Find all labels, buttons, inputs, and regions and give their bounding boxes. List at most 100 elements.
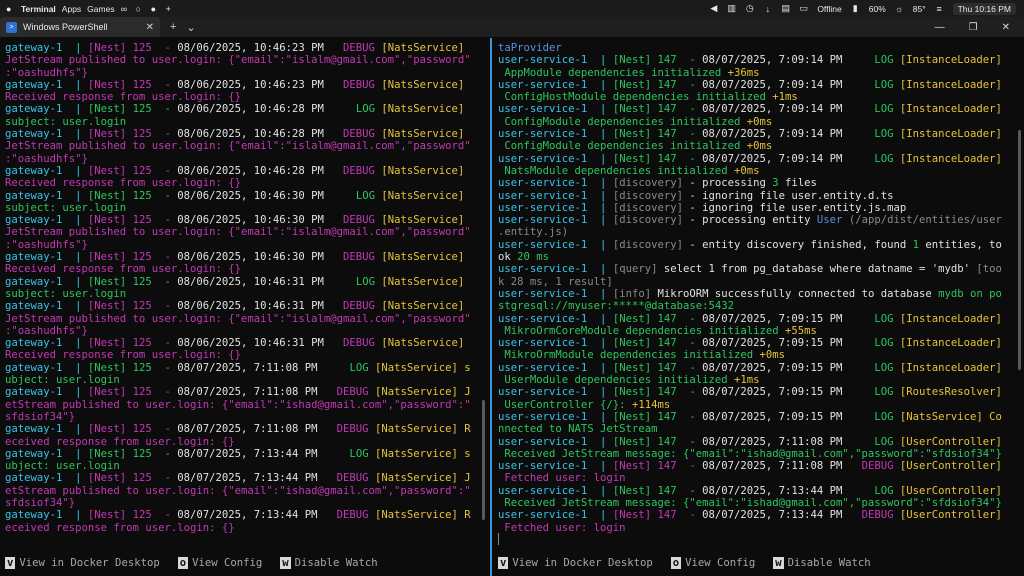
log-line: ubject: user.login xyxy=(5,460,488,472)
menu-app-terminal[interactable]: Terminal xyxy=(21,4,56,14)
log-segment: [NatsService] xyxy=(381,42,465,54)
log-segment: LOG xyxy=(874,361,900,374)
shortcut-disable-watch[interactable]: w Disable Watch xyxy=(773,557,871,569)
user-icon[interactable]: ● xyxy=(151,4,160,14)
trash-icon[interactable]: ▥ xyxy=(727,3,737,14)
terminal-tab-strip: > Windows PowerShell ✕ + ⌄ — ❐ ✕ xyxy=(0,17,1024,37)
log-segment: 08/06/2025, 10:46:28 PM xyxy=(177,103,356,116)
log-segment: Received JetStream message: {"email":"is… xyxy=(498,496,1002,509)
pane-divider[interactable] xyxy=(490,38,492,576)
log-segment: DEBUG xyxy=(343,300,382,313)
control-center-icon[interactable]: ≡ xyxy=(935,4,944,14)
log-segment: DEBUG xyxy=(861,509,900,522)
maximize-button[interactable]: ❐ xyxy=(969,22,978,33)
log-segment: user-service-1 | xyxy=(498,435,613,448)
log-line: user-service-1 | [Nest] 147 - 08/07/2025… xyxy=(498,79,1024,91)
right-terminal-pane[interactable]: taProvider user-service-1 | [Nest] 147 - … xyxy=(494,38,1024,576)
menu-games[interactable]: Games xyxy=(87,4,114,14)
log-segment: [NatsService] R xyxy=(374,423,471,436)
log-segment: 08/07/2025, 7:11:08 PM xyxy=(177,386,337,399)
log-segment: Received response from user.login: {} xyxy=(5,263,241,276)
log-segment: [Nest] 125 - xyxy=(87,472,178,485)
battery-icon[interactable]: ▮ xyxy=(851,3,860,14)
log-segment: - ignoring file user.entity.js.map xyxy=(689,201,907,214)
download-icon[interactable]: ↓ xyxy=(763,4,772,14)
log-segment: - processing xyxy=(689,177,773,190)
log-segment: Received JetStream message: {"email":"is… xyxy=(498,447,1002,460)
log-line: nnected to NATS JetStream xyxy=(498,423,1024,435)
log-segment: entities, to xyxy=(918,238,1002,251)
shortcut-view-config[interactable]: o View Config xyxy=(670,557,755,569)
log-segment: 08/07/2025, 7:13:44 PM xyxy=(702,509,862,522)
log-line: user-service-1 | [Nest] 147 - 08/07/2025… xyxy=(498,128,1024,140)
log-line: user-service-1 | [Nest] 147 - 08/07/2025… xyxy=(498,337,1024,349)
log-line: user-service-1 | [Nest] 147 - 08/07/2025… xyxy=(498,362,1024,374)
log-segment: [NatsService] s xyxy=(374,447,471,460)
plus-icon[interactable]: + xyxy=(166,4,175,14)
log-line: gateway-1 | [Nest] 125 - 08/06/2025, 10:… xyxy=(5,42,488,54)
right-scrollbar[interactable] xyxy=(1018,130,1021,370)
link-icon[interactable]: ∞ xyxy=(121,4,130,14)
log-segment: etStream published to user.login: {"emai… xyxy=(5,398,471,411)
log-line: taProvider xyxy=(498,42,1024,54)
log-segment: - entity discovery finished, found xyxy=(689,238,913,251)
log-line: Fetched user: login xyxy=(498,522,1024,534)
log-segment: 08/07/2025, 7:09:15 PM xyxy=(702,386,875,399)
log-line: :"oashudhfs"} xyxy=(5,67,488,79)
log-segment: MikroOrmModule dependencies initialized xyxy=(498,349,760,362)
clock[interactable]: Thu 10:16 PM xyxy=(952,2,1016,15)
log-segment: [NatsService] Co xyxy=(899,410,1002,423)
log-segment: Received response from user.login: {} xyxy=(5,349,241,362)
log-line: gateway-1 | [Nest] 125 - 08/06/2025, 10:… xyxy=(5,79,488,91)
chevron-down-icon[interactable]: ⌄ xyxy=(186,21,195,34)
log-line: gateway-1 | [Nest] 125 - 08/07/2025, 7:1… xyxy=(5,472,488,484)
log-segment: gateway-1 | xyxy=(5,214,88,227)
new-tab-button[interactable]: + xyxy=(170,21,176,33)
log-segment: nnected to NATS JetStream xyxy=(498,423,658,436)
log-line: Received response from user.login: {} xyxy=(5,91,488,103)
left-scrollbar[interactable] xyxy=(482,400,485,520)
log-segment: [Nest] 147 - xyxy=(612,312,703,325)
log-segment: ok xyxy=(498,251,518,264)
shortcut-view-config[interactable]: o View Config xyxy=(177,557,262,569)
log-segment: [Nest] 125 - xyxy=(87,103,178,116)
log-segment: [Nest] 125 - xyxy=(87,447,178,460)
log-segment: [NatsService] xyxy=(381,300,465,313)
log-segment: [Nest] 147 - xyxy=(612,484,703,497)
clipboard-icon[interactable]: ▤ xyxy=(781,3,791,14)
log-segment: +36ms xyxy=(727,66,760,79)
right-footer-shortcuts: v View in Docker Desktop o View Config w Di… xyxy=(498,557,871,569)
powershell-icon: > xyxy=(6,21,17,33)
network-status[interactable]: Offline xyxy=(817,4,841,14)
apple-icon[interactable]: ● xyxy=(6,4,15,14)
log-segment: 08/06/2025, 10:46:28 PM xyxy=(177,164,344,177)
log-segment: JetStream published to user.login: {"ema… xyxy=(5,226,471,239)
system-menubar: ● Terminal Apps Games ∞ ○ ● + ◀ ▥ ◷ ↓ ▤ … xyxy=(0,0,1024,17)
left-terminal-pane[interactable]: gateway-1 | [Nest] 125 - 08/06/2025, 10:… xyxy=(0,38,488,576)
shortcut-view-docker-desktop[interactable]: v View in Docker Desktop xyxy=(498,557,653,569)
log-line: gateway-1 | [Nest] 125 - 08/07/2025, 7:1… xyxy=(5,423,488,435)
log-segment: [NatsService] xyxy=(381,103,465,116)
shortcut-disable-watch[interactable]: w Disable Watch xyxy=(280,557,378,569)
log-segment: user-service-1 | xyxy=(498,509,613,522)
log-segment: ubject: user.login xyxy=(5,460,120,473)
log-line: Received response from user.login: {} xyxy=(5,177,488,189)
menu-apps[interactable]: Apps xyxy=(62,4,81,14)
monitor-icon[interactable]: ▭ xyxy=(799,3,809,14)
log-segment: JetStream published to user.login: {"ema… xyxy=(5,140,471,153)
close-tab-icon[interactable]: ✕ xyxy=(146,22,154,33)
tab-windows-powershell[interactable]: > Windows PowerShell ✕ xyxy=(0,17,160,37)
clock-icon[interactable]: ◷ xyxy=(745,3,754,14)
log-segment: sfdsiof34"} xyxy=(5,496,76,509)
log-segment: gateway-1 | xyxy=(5,251,88,264)
log-segment: user-service-1 | xyxy=(498,312,613,325)
log-segment: eceived response from user.login: {} xyxy=(5,521,235,534)
shortcut-view-docker-desktop[interactable]: v View in Docker Desktop xyxy=(5,557,160,569)
weather-icon: ☼ xyxy=(895,3,904,14)
volume-icon[interactable]: ◀ xyxy=(709,3,718,14)
minimize-button[interactable]: — xyxy=(935,22,945,33)
circle-icon[interactable]: ○ xyxy=(136,4,145,14)
log-segment: DEBUG xyxy=(336,509,375,522)
log-segment: subject: user.login xyxy=(5,287,127,300)
close-window-button[interactable]: ✕ xyxy=(1002,22,1010,33)
